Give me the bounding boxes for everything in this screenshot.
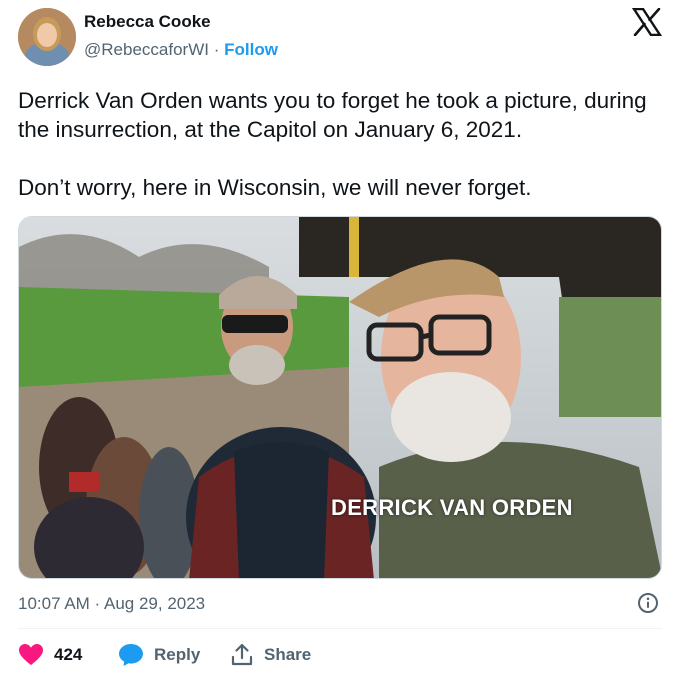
reply-bubble-icon — [119, 644, 143, 666]
like-count: 424 — [54, 645, 83, 664]
reply-button[interactable]: Reply — [118, 642, 200, 668]
profile-photo — [18, 8, 76, 66]
share-label: Share — [264, 645, 312, 664]
photo-caption: DERRICK VAN ORDEN — [331, 495, 573, 520]
x-logo-icon[interactable] — [632, 8, 662, 36]
author-name[interactable]: Rebecca Cooke — [84, 12, 211, 32]
share-upload-icon — [231, 643, 253, 666]
tweet-text: Derrick Van Orden wants you to forget he… — [18, 86, 663, 202]
tweet-media-photo[interactable]: DERRICK VAN ORDEN — [18, 216, 662, 579]
reply-label: Reply — [154, 645, 201, 664]
like-button[interactable]: 424 — [18, 642, 82, 668]
divider — [18, 628, 662, 629]
separator-dot: · — [213, 40, 220, 59]
photo-image — [19, 217, 661, 578]
author-handle-row: @RebeccaforWI · Follow — [84, 40, 278, 60]
follow-button[interactable]: Follow — [224, 40, 278, 59]
author-handle[interactable]: @RebeccaforWI — [84, 40, 209, 59]
info-icon[interactable] — [637, 592, 659, 614]
tweet-paragraph: Derrick Van Orden wants you to forget he… — [18, 88, 647, 142]
share-button[interactable]: Share — [230, 642, 311, 668]
author-avatar[interactable] — [18, 8, 76, 66]
tweet-paragraph: Don’t worry, here in Wisconsin, we will … — [18, 175, 532, 200]
tweet-timestamp[interactable]: 10:07 AM · Aug 29, 2023 — [18, 594, 205, 614]
heart-icon — [19, 644, 43, 665]
